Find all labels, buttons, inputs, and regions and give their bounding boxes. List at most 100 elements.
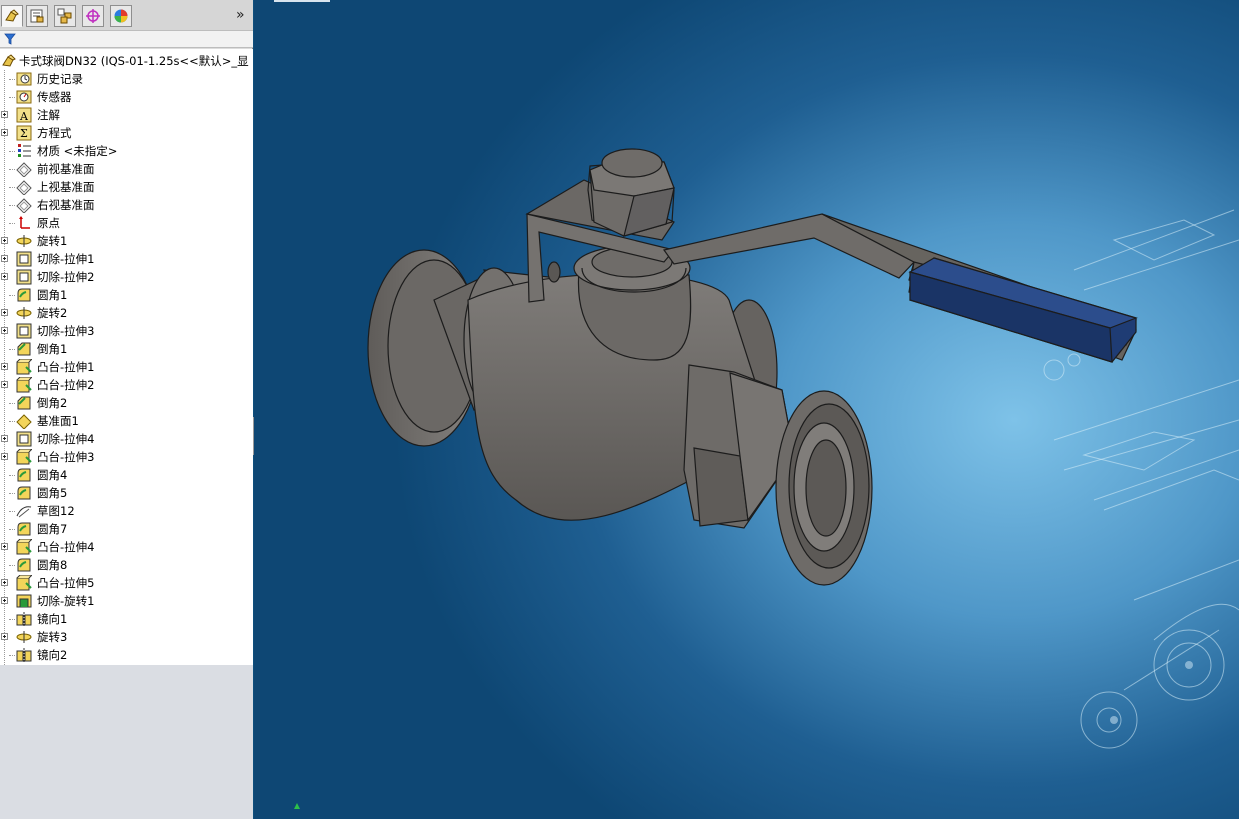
featuremanager-tab[interactable] (1, 5, 23, 27)
svg-text:Σ: Σ (20, 127, 28, 140)
tree-item[interactable]: 倒角2 (0, 394, 253, 412)
tree-item-label: 圆角5 (37, 486, 68, 500)
tree-item[interactable]: 圆角4 (0, 466, 253, 484)
cut-extrude-icon (16, 251, 32, 267)
expand-toggle-icon[interactable] (1, 111, 8, 118)
tree-item[interactable]: 倒角1 (0, 340, 253, 358)
expand-toggle-icon[interactable] (1, 435, 8, 442)
tree-item-label: 材质 <未指定> (37, 144, 118, 158)
expand-toggle-icon[interactable] (1, 579, 8, 586)
tree-item[interactable]: 圆角8 (0, 556, 253, 574)
tree-connector (9, 529, 15, 530)
cut-extrude-icon (16, 431, 32, 447)
expand-toggle-icon[interactable] (1, 237, 8, 244)
revolve-icon (16, 631, 32, 643)
tree-item[interactable]: 旋转1 (0, 232, 253, 250)
dimxpert-icon (86, 9, 100, 23)
graphics-viewport[interactable] (254, 0, 1239, 819)
tree-item[interactable]: 右视基准面 (0, 196, 253, 214)
tree-root-part[interactable]: 卡式球阀DN32 (IQS-01-1.25s<<默认>_显 (0, 52, 253, 70)
filter-bar[interactable] (0, 30, 253, 48)
tree-item[interactable]: 原点 (0, 214, 253, 232)
tree-item[interactable]: 历史记录 (0, 70, 253, 88)
property-icon (30, 9, 44, 23)
tree-item[interactable]: 凸台-拉伸3 (0, 448, 253, 466)
tree-item[interactable]: 切除-拉伸2 (0, 268, 253, 286)
configurationmanager-tab[interactable] (54, 5, 76, 27)
tree-connector (9, 475, 15, 476)
tree-item-label: 切除-拉伸4 (37, 432, 95, 446)
tree-item[interactable]: 上视基准面 (0, 178, 253, 196)
tree-item-label: 原点 (37, 216, 60, 230)
tree-connector (9, 187, 15, 188)
tree-item[interactable]: 传感器 (0, 88, 253, 106)
tree-item[interactable]: 凸台-拉伸5 (0, 574, 253, 592)
tree-item-label: 切除-拉伸3 (37, 324, 95, 338)
tree-item[interactable]: Σ 方程式 (0, 124, 253, 142)
expand-toggle-icon[interactable] (1, 129, 8, 136)
expand-toggle-icon[interactable] (1, 543, 8, 550)
tree-item-label: 镜向1 (37, 612, 68, 626)
tree-item[interactable]: 切除-拉伸1 (0, 250, 253, 268)
tree-item-label: 切除-拉伸1 (37, 252, 95, 266)
dimxpert-tab[interactable] (82, 5, 104, 27)
equation-icon: Σ (16, 125, 32, 141)
tree-item-label: 圆角7 (37, 522, 68, 536)
propertymanager-tab[interactable] (26, 5, 48, 27)
expand-toggle-icon[interactable] (1, 633, 8, 640)
tree-item[interactable]: 圆角7 (0, 520, 253, 538)
boss-extrude-icon (16, 449, 32, 465)
ball-valve-3d-model[interactable] (254, 0, 1239, 819)
fillet-icon (17, 468, 31, 482)
tree-item[interactable]: 镜向2 (0, 646, 253, 664)
tree-item[interactable]: 草图12 (0, 502, 253, 520)
tree-item[interactable]: 基准面1 (0, 412, 253, 430)
expand-toggle-icon[interactable] (1, 597, 8, 604)
revolve-icon (16, 235, 32, 247)
tree-item[interactable]: 凸台-拉伸4 (0, 538, 253, 556)
mirror-icon (16, 612, 32, 626)
tree-item[interactable]: 圆角1 (0, 286, 253, 304)
tree-item[interactable]: 圆角5 (0, 484, 253, 502)
expand-toggle-icon[interactable] (1, 255, 8, 262)
chamfer-icon (17, 396, 31, 410)
expand-panel-button[interactable]: » (236, 6, 245, 24)
tree-item-label: 草图12 (37, 504, 75, 518)
boss-extrude-icon (16, 539, 32, 555)
expand-toggle-icon[interactable] (1, 381, 8, 388)
tree-item[interactable]: 切除-旋转1 (0, 592, 253, 610)
tree-item[interactable]: 凸台-拉伸1 (0, 358, 253, 376)
feature-tree: 卡式球阀DN32 (IQS-01-1.25s<<默认>_显 历史记录 传感器 A 注解… (0, 49, 253, 667)
part-icon (2, 54, 16, 67)
tree-item[interactable]: 旋转2 (0, 304, 253, 322)
expand-toggle-icon[interactable] (1, 327, 8, 334)
plane-icon (16, 180, 32, 195)
expand-toggle-icon[interactable] (1, 453, 8, 460)
sketch-icon (16, 506, 32, 518)
tree-item[interactable]: 旋转3 (0, 628, 253, 646)
tree-connector (9, 223, 15, 224)
tree-item[interactable]: 前视基准面 (0, 160, 253, 178)
mirror-icon (16, 648, 32, 662)
tree-item[interactable]: 凸台-拉伸2 (0, 376, 253, 394)
tree-connector (9, 403, 15, 404)
display-manager-tab[interactable] (110, 5, 132, 27)
expand-toggle-icon[interactable] (1, 309, 8, 316)
tree-item[interactable]: A 注解 (0, 106, 253, 124)
tree-item[interactable]: 镜向1 (0, 610, 253, 628)
tree-connector (9, 493, 15, 494)
plane-icon (16, 162, 32, 177)
fillet-icon (17, 288, 31, 302)
tree-connector (9, 511, 15, 512)
material-icon (18, 144, 31, 157)
cut-extrude-icon (16, 269, 32, 285)
tree-item-label: 圆角4 (37, 468, 68, 482)
tree-item[interactable]: 材质 <未指定> (0, 142, 253, 160)
tree-connector (9, 151, 15, 152)
origin-icon (19, 216, 30, 229)
expand-toggle-icon[interactable] (1, 273, 8, 280)
configuration-icon (57, 8, 72, 24)
expand-toggle-icon[interactable] (1, 363, 8, 370)
tree-item[interactable]: 切除-拉伸4 (0, 430, 253, 448)
tree-item[interactable]: 切除-拉伸3 (0, 322, 253, 340)
